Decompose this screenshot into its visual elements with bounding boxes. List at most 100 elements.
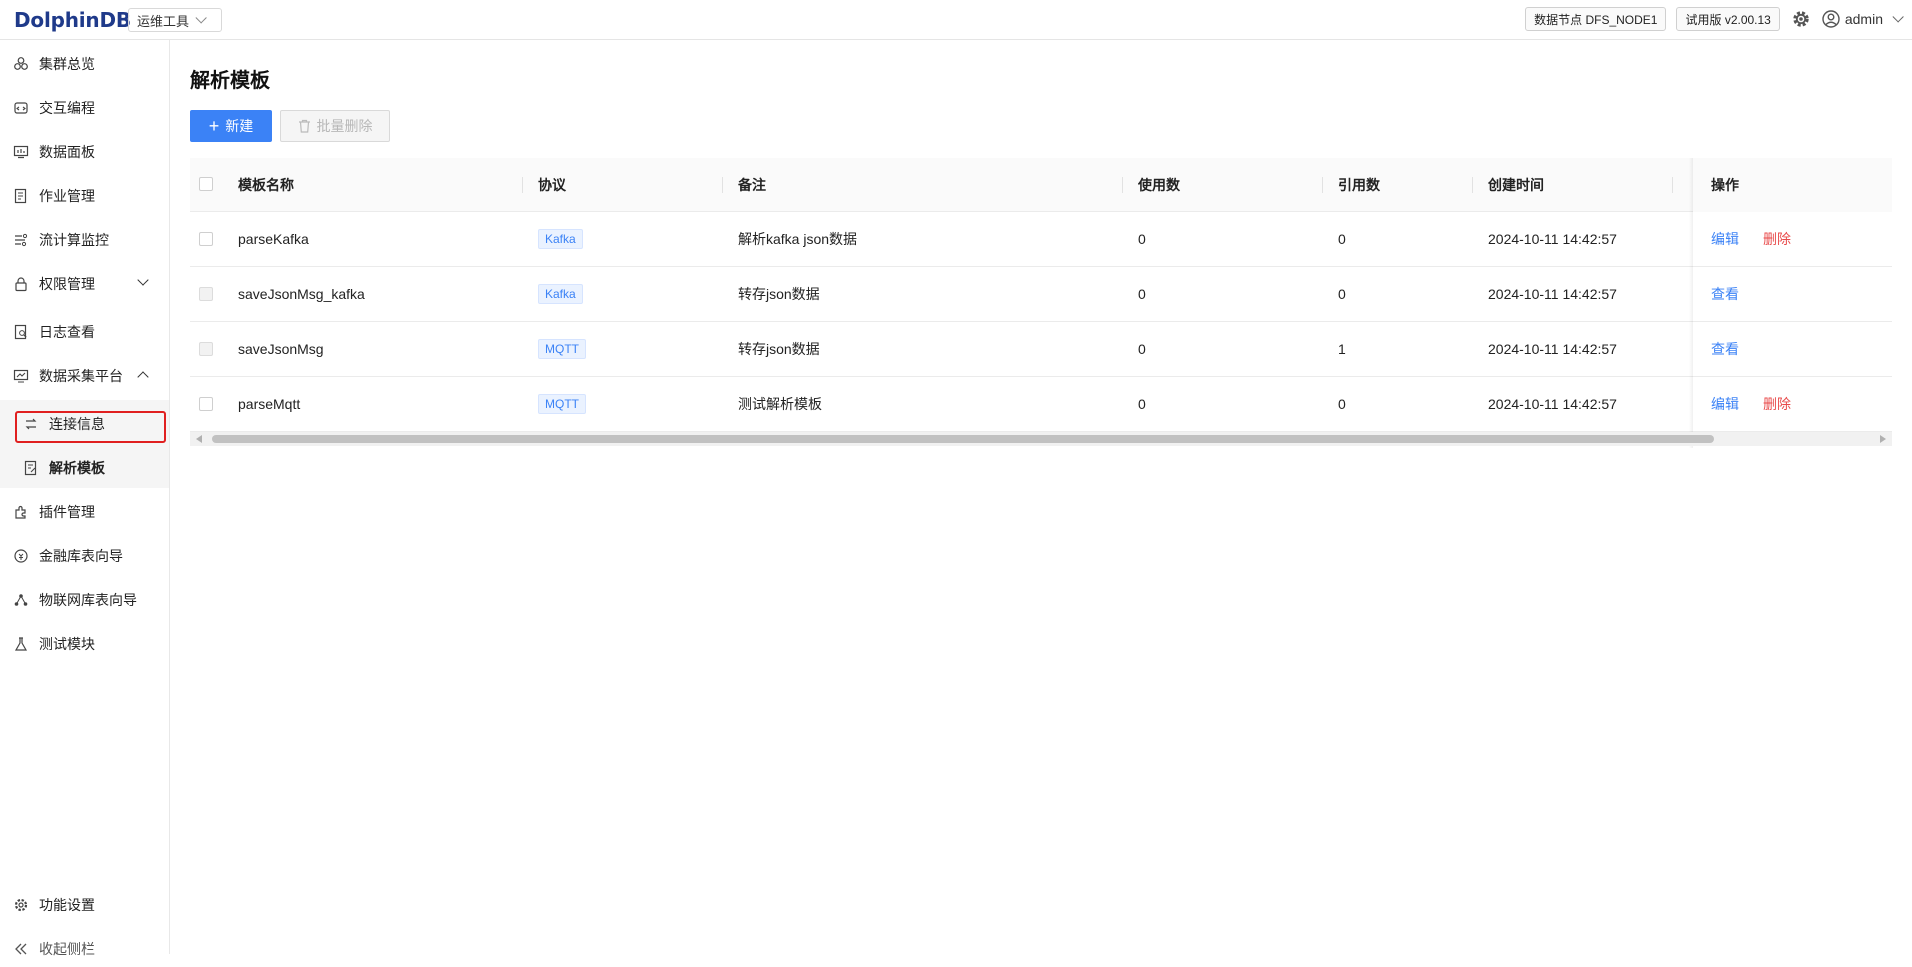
edit-link[interactable]: 编辑 [1711, 394, 1739, 414]
fixed-header-bg: 操作 [1693, 158, 1892, 212]
column-header[interactable]: 引用数 [1338, 158, 1380, 212]
view-link[interactable]: 查看 [1711, 284, 1739, 304]
sidebar-item-logs[interactable]: 日志查看 [0, 314, 169, 350]
tool-select-label: 运维工具 [137, 13, 190, 29]
sidebar-item-label: 交互编程 [39, 100, 95, 116]
refs-cell: 0 [1338, 396, 1346, 412]
sidebar-item-label: 数据面板 [39, 144, 95, 160]
chevron-up-icon [137, 371, 149, 383]
column-header[interactable]: 创建时间 [1488, 158, 1544, 212]
row-checkbox[interactable] [199, 232, 213, 246]
delete-link[interactable]: 删除 [1763, 229, 1791, 249]
template-name: parseKafka [238, 231, 309, 247]
scrollbar-thumb[interactable] [212, 435, 1714, 443]
new-button-label: 新建 [225, 118, 254, 134]
chevron-down-icon [137, 274, 149, 286]
sidebar-item-plugins[interactable]: 插件管理 [0, 494, 169, 530]
template-name: saveJsonMsg [238, 341, 324, 357]
sidebar-item-iot[interactable]: 物联网库表向导 [0, 582, 169, 618]
user-icon [1822, 10, 1840, 28]
dashboard-icon [12, 143, 30, 161]
ops-cell: 编辑 删除 [1693, 377, 1892, 431]
protocol-tag: MQTT [538, 339, 586, 359]
sidebar-item-dashboard[interactable]: 数据面板 [0, 134, 169, 170]
sidebar-item-label: 流计算监控 [39, 232, 109, 248]
main-content: 解析模板 + 新建 批量删除 模板名称 协议 备注 使用数 引用数 创建时间 p… [190, 40, 1892, 954]
code-icon [12, 99, 30, 117]
usage-cell: 0 [1138, 341, 1146, 357]
sidebar-item-template[interactable]: 解析模板 [0, 450, 169, 486]
protocol-cell: Kafka [538, 267, 583, 321]
created-cell: 2024-10-11 14:42:57 [1488, 286, 1617, 302]
cluster-icon [12, 55, 30, 73]
header-right: 数据节点 DFS_NODE1 试用版 v2.00.13 admin [1525, 7, 1904, 31]
column-header: 操作 [1711, 177, 1739, 193]
iot-icon [12, 591, 30, 609]
new-button[interactable]: + 新建 [190, 110, 272, 142]
select-all-checkbox[interactable] [199, 177, 213, 191]
sidebar-item-label: 物联网库表向导 [39, 592, 137, 608]
sidebar-item-label: 插件管理 [39, 504, 95, 520]
sidebar-collapse[interactable]: 收起侧栏 [0, 931, 169, 967]
flask-icon [12, 635, 30, 653]
sidebar-item-label: 数据采集平台 [39, 368, 123, 384]
sidebar-item-test[interactable]: 测试模块 [0, 626, 169, 662]
tool-select[interactable]: 运维工具 [128, 8, 222, 32]
sidebar-item-code[interactable]: 交互编程 [0, 90, 169, 126]
table-row: parseKafka Kafka 解析kafka json数据 0 0 2024… [190, 212, 1892, 267]
gear-icon [12, 896, 30, 914]
protocol-tag: Kafka [538, 229, 583, 249]
created-cell: 2024-10-11 14:42:57 [1488, 341, 1617, 357]
chevron-down-icon [1892, 11, 1904, 23]
sidebar-item-permission[interactable]: 权限管理 [0, 266, 169, 302]
batch-delete-button[interactable]: 批量删除 [280, 110, 390, 142]
template-icon [22, 459, 40, 477]
sidebar-item-label: 权限管理 [39, 276, 95, 292]
row-checkbox[interactable] [199, 397, 213, 411]
note-cell: 转存json数据 [738, 286, 820, 302]
sidebar: 集群总览 交互编程 数据面板 作业管理 流计算监控 权限管理 日志查看 数据采集… [0, 40, 170, 957]
column-header[interactable]: 使用数 [1138, 158, 1180, 212]
scroll-right-icon[interactable] [1880, 435, 1886, 443]
created-cell: 2024-10-11 14:42:57 [1488, 396, 1617, 412]
chevron-down-icon [195, 12, 207, 24]
edit-link[interactable]: 编辑 [1711, 229, 1739, 249]
view-link[interactable]: 查看 [1711, 339, 1739, 359]
column-header[interactable]: 模板名称 [238, 158, 294, 212]
version-badge[interactable]: 试用版 v2.00.13 [1676, 7, 1780, 31]
table-row: saveJsonMsg_kafka Kafka 转存json数据 0 0 202… [190, 267, 1892, 322]
table-header: 模板名称 协议 备注 使用数 引用数 创建时间 [190, 158, 1892, 212]
user-menu[interactable]: admin [1822, 10, 1904, 28]
row-checkbox[interactable] [199, 342, 213, 356]
logo: DolphinDB [14, 8, 131, 32]
sidebar-collapse-label: 收起侧栏 [39, 941, 95, 957]
batch-delete-label: 批量删除 [316, 118, 373, 134]
sidebar-item-cluster[interactable]: 集群总览 [0, 46, 169, 82]
node-badge[interactable]: 数据节点 DFS_NODE1 [1525, 7, 1667, 31]
column-header[interactable]: 备注 [738, 158, 766, 212]
top-bar: DolphinDB 运维工具 数据节点 DFS_NODE1 试用版 v2.00.… [0, 0, 1912, 40]
protocol-tag: MQTT [538, 394, 586, 414]
sidebar-item-finance[interactable]: 金融库表向导 [0, 538, 169, 574]
note-cell: 解析kafka json数据 [738, 231, 858, 247]
note-cell: 转存json数据 [738, 341, 820, 357]
sidebar-item-settings[interactable]: 功能设置 [0, 887, 169, 923]
column-header[interactable]: 协议 [538, 158, 566, 212]
sidebar-item-label: 作业管理 [39, 188, 95, 204]
delete-link[interactable]: 删除 [1763, 394, 1791, 414]
horizontal-scrollbar[interactable] [190, 432, 1892, 446]
usage-cell: 0 [1138, 396, 1146, 412]
template-name: parseMqtt [238, 396, 301, 412]
row-checkbox[interactable] [199, 287, 213, 301]
sidebar-item-collect[interactable]: 数据采集平台 [0, 358, 169, 394]
stream-icon [12, 231, 30, 249]
trash-icon [298, 119, 311, 133]
job-icon [12, 187, 30, 205]
sidebar-item-jobs[interactable]: 作业管理 [0, 178, 169, 214]
sidebar-item-stream[interactable]: 流计算监控 [0, 222, 169, 258]
sidebar-item-label: 金融库表向导 [39, 548, 123, 564]
gear-icon[interactable] [1790, 8, 1812, 30]
scroll-left-icon[interactable] [196, 435, 202, 443]
lock-icon [12, 275, 30, 293]
refs-cell: 1 [1338, 341, 1346, 357]
